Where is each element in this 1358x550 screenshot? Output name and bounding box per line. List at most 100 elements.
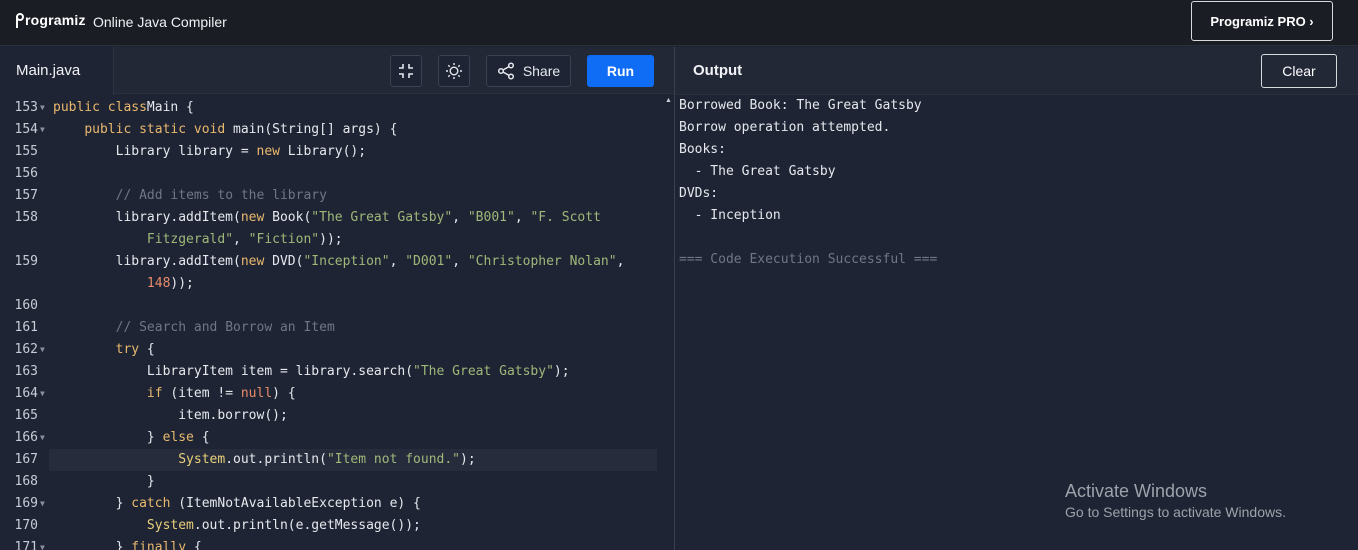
activate-windows-watermark: Activate Windows Go to Settings to activ… xyxy=(1065,481,1286,520)
code-line[interactable]: 159 library.addItem(new DVD("Inception",… xyxy=(0,251,674,273)
theme-toggle-button[interactable] xyxy=(438,55,470,87)
fold-arrow-icon[interactable]: ▼ xyxy=(40,427,45,449)
code-line[interactable]: 163 LibraryItem item = library.search("T… xyxy=(0,361,674,383)
line-number: 163 xyxy=(14,364,38,379)
editor-panel: Main.java Share Run 153 ▼ public classMain… xyxy=(0,47,674,550)
collapse-icon xyxy=(399,64,413,78)
share-label: Share xyxy=(522,63,561,79)
code-text: } catch (ItemNotAvailableException e) { xyxy=(53,496,421,511)
code-line[interactable]: 168 } xyxy=(0,471,674,493)
line-number: 166 xyxy=(14,430,38,445)
code-text: // Search and Borrow an Item xyxy=(115,320,335,335)
code-line[interactable]: 157 // Add items to the library xyxy=(0,185,674,207)
code-line[interactable]: 164 ▼ if (item != null) { xyxy=(0,383,674,405)
line-number: 159 xyxy=(14,254,38,269)
line-number: 156 xyxy=(14,166,38,181)
code-line[interactable]: Fitzgerald", "Fiction")); xyxy=(0,229,674,251)
programiz-pro-button[interactable]: Programiz PRO › xyxy=(1191,1,1333,41)
output-line: - Inception xyxy=(679,208,781,223)
code-editor[interactable]: 153 ▼ public classMain {154 ▼ public static… xyxy=(0,96,674,550)
share-button[interactable]: Share xyxy=(486,55,571,87)
code-text: item.borrow(); xyxy=(53,408,288,423)
output-line: Books: xyxy=(679,142,726,157)
line-number: 169 xyxy=(14,496,38,511)
code-text: library.addItem(new Book("The Great Gats… xyxy=(53,210,601,225)
output-title: Output xyxy=(693,62,743,79)
line-number: 161 xyxy=(14,320,38,335)
output-panel: Output Clear Borrowed Book: The Great Ga… xyxy=(675,47,1358,550)
line-number: 160 xyxy=(14,298,38,313)
fold-arrow-icon[interactable]: ▼ xyxy=(40,537,45,550)
editor-toolbar: Main.java Share Run xyxy=(0,47,674,95)
line-number: 167 xyxy=(14,452,38,467)
code-text: 148)); xyxy=(146,276,194,291)
line-number: 171 xyxy=(14,540,38,550)
code-text: } finally { xyxy=(53,540,202,550)
line-number: 154 xyxy=(14,122,38,137)
output-line: - The Great Gatsby xyxy=(679,164,836,179)
fold-arrow-icon[interactable]: ▼ xyxy=(40,119,45,141)
code-line[interactable]: 165 item.borrow(); xyxy=(0,405,674,427)
code-text: Library library = new Library(); xyxy=(53,144,367,159)
code-line[interactable]: 166 ▼ } else { xyxy=(0,427,674,449)
code-line[interactable]: 156 xyxy=(0,163,674,185)
output-header: Output Clear xyxy=(675,47,1358,95)
code-line[interactable]: 158 library.addItem(new Book("The Great … xyxy=(0,207,674,229)
code-line[interactable]: 155 Library library = new Library(); xyxy=(0,141,674,163)
line-number: 155 xyxy=(14,144,38,159)
code-line[interactable]: 170 System.out.println(e.getMessage()); xyxy=(0,515,674,537)
code-line[interactable]: 160 xyxy=(0,295,674,317)
app-title: Online Java Compiler xyxy=(93,14,227,30)
scroll-up-icon[interactable]: ▲ xyxy=(665,97,672,104)
line-number: 158 xyxy=(14,210,38,225)
line-number: 157 xyxy=(14,188,38,203)
code-text: } xyxy=(53,474,155,489)
execution-status: === Code Execution Successful === xyxy=(679,252,938,267)
code-text: library.addItem(new DVD("Inception", "D0… xyxy=(53,254,625,269)
fold-arrow-icon[interactable]: ▼ xyxy=(40,493,45,515)
code-text: public static void main(String[] args) { xyxy=(84,122,398,137)
fold-arrow-icon[interactable]: ▼ xyxy=(40,339,45,361)
run-button[interactable]: Run xyxy=(587,55,654,87)
line-number: 164 xyxy=(14,386,38,401)
logo-text: rogramiz xyxy=(25,12,86,28)
programiz-logo[interactable]: rogramiz xyxy=(16,12,86,28)
line-number: 153 xyxy=(14,100,38,115)
watermark-title: Activate Windows xyxy=(1065,481,1208,501)
code-text: Fitzgerald", "Fiction")); xyxy=(146,232,343,247)
share-icon xyxy=(497,62,514,80)
line-number: 165 xyxy=(14,408,38,423)
code-line[interactable]: 154 ▼ public static void main(String[] ar… xyxy=(0,119,674,141)
line-number: 170 xyxy=(14,518,38,533)
code-text: // Add items to the library xyxy=(115,188,327,203)
code-text: public classMain { xyxy=(53,100,194,115)
code-line[interactable]: 162 ▼ try { xyxy=(0,339,674,361)
code-text: System.out.println("Item not found."); xyxy=(178,452,476,467)
file-tab-main-java[interactable]: Main.java xyxy=(0,47,114,95)
fold-arrow-icon[interactable]: ▼ xyxy=(40,383,45,405)
code-text: } else { xyxy=(53,430,210,445)
code-text: if (item != null) { xyxy=(146,386,296,401)
code-line[interactable]: 171 ▼ } finally { xyxy=(0,537,674,550)
output-console: Borrowed Book: The Great Gatsby Borrow op… xyxy=(679,95,937,271)
code-line[interactable]: 161 // Search and Borrow an Item xyxy=(0,317,674,339)
code-line[interactable]: 153 ▼ public classMain { xyxy=(0,97,674,119)
line-number: 162 xyxy=(14,342,38,357)
logo-icon xyxy=(16,13,24,28)
collapse-button[interactable] xyxy=(390,55,422,87)
code-line[interactable]: 148)); xyxy=(0,273,674,295)
line-number: 168 xyxy=(14,474,38,489)
fold-arrow-icon[interactable]: ▼ xyxy=(40,97,45,119)
code-text: try { xyxy=(115,342,155,357)
code-text: LibraryItem item = library.search("The G… xyxy=(53,364,570,379)
top-bar: rogramiz Online Java Compiler Programiz … xyxy=(0,0,1358,46)
output-line: Borrowed Book: The Great Gatsby xyxy=(679,98,922,113)
code-text: System.out.println(e.getMessage()); xyxy=(146,518,421,533)
code-line[interactable]: 169 ▼ } catch (ItemNotAvailableException … xyxy=(0,493,674,515)
sun-icon xyxy=(446,63,462,79)
clear-button[interactable]: Clear xyxy=(1261,54,1337,88)
watermark-subtitle: Go to Settings to activate Windows. xyxy=(1065,504,1286,520)
output-line: DVDs: xyxy=(679,186,719,201)
code-line[interactable]: 167 System.out.println("Item not found."… xyxy=(0,449,674,471)
